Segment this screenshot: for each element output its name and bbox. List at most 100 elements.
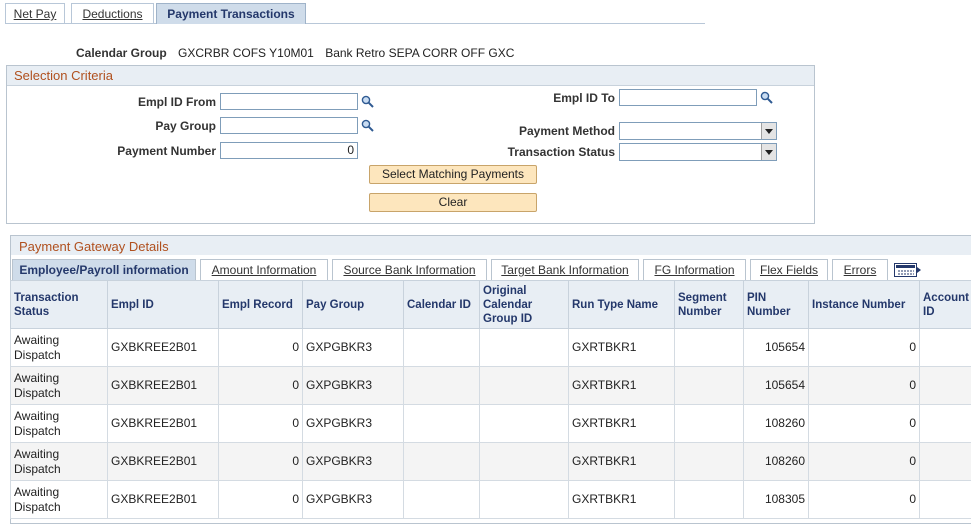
empl-id-from-input[interactable]	[220, 93, 358, 110]
page-tabs: Net Pay Deductions Payment Transactions	[5, 3, 705, 24]
calendar-group-line: Calendar Group GXCRBR COFS Y10M01 Bank R…	[76, 46, 514, 60]
cell-instance-number: 0	[808, 366, 920, 405]
clear-button[interactable]: Clear	[369, 193, 537, 212]
cell-original-calendar-group-id	[479, 404, 569, 443]
empl-id-from-lookup-icon[interactable]	[361, 95, 374, 108]
cell-pay-group: GXPGBKR3	[302, 366, 404, 405]
cell-transaction-status: Awaiting Dispatch	[10, 442, 108, 481]
col-instance-number[interactable]: Instance Number	[808, 280, 920, 329]
cell-instance-number: 0	[808, 328, 920, 367]
cell-transaction-status: Awaiting Dispatch	[10, 404, 108, 443]
cell-empl-record: 0	[218, 442, 303, 481]
tab-net-pay[interactable]: Net Pay	[5, 3, 65, 23]
cell-calendar-id	[403, 442, 480, 481]
tab-label: Deductions	[82, 7, 143, 21]
col-pay-group[interactable]: Pay Group	[302, 280, 404, 329]
col-empl-id[interactable]: Empl ID	[107, 280, 219, 329]
cell-original-calendar-group-id	[479, 328, 569, 367]
tab-errors[interactable]: Errors	[832, 259, 888, 280]
tab-label: Source Bank Information	[343, 263, 476, 277]
tab-payment-transactions[interactable]: Payment Transactions	[156, 3, 306, 24]
cell-empl-id: GXBKREE2B01	[107, 442, 219, 481]
cell-transaction-status: Awaiting Dispatch	[10, 480, 108, 519]
table-row: Awaiting Dispatch GXBKREE2B01 0 GXPGBKR3…	[10, 366, 971, 405]
cell-pin-number: 108260	[743, 442, 809, 481]
col-pin-number[interactable]: PIN Number	[743, 280, 809, 329]
grid-header-row: Transaction Status Empl ID Empl Record P…	[10, 280, 971, 329]
cell-original-calendar-group-id	[479, 442, 569, 481]
col-account-id[interactable]: Account ID	[919, 280, 971, 329]
col-empl-record[interactable]: Empl Record	[218, 280, 303, 329]
tab-label: Target Bank Information	[501, 263, 629, 277]
tab-employee-payroll-information[interactable]: Employee/Payroll information	[12, 259, 196, 281]
col-run-type-name[interactable]: Run Type Name	[568, 280, 675, 329]
table-row: Awaiting Dispatch GXBKREE2B01 0 GXPGBKR3…	[10, 442, 971, 481]
cell-empl-record: 0	[218, 480, 303, 519]
cell-segment-number	[674, 404, 744, 443]
cell-empl-record: 0	[218, 366, 303, 405]
cell-run-type-name: GXRTBKR1	[568, 442, 675, 481]
tab-amount-information[interactable]: Amount Information	[200, 259, 328, 280]
payment-method-label: Payment Method	[518, 124, 615, 138]
calendar-group-code: GXCRBR COFS Y10M01	[178, 46, 314, 60]
tab-flex-fields[interactable]: Flex Fields	[750, 259, 828, 280]
pay-group-lookup-icon[interactable]	[361, 119, 374, 132]
table-row: Awaiting Dispatch GXBKREE2B01 0 GXPGBKR3…	[10, 404, 971, 443]
calendar-group-description: Bank Retro SEPA CORR OFF GXC	[325, 46, 515, 60]
payment-number-label: Payment Number	[117, 144, 216, 158]
transaction-status-select[interactable]	[619, 143, 777, 161]
cell-empl-record: 0	[218, 328, 303, 367]
cell-empl-id: GXBKREE2B01	[107, 366, 219, 405]
tab-label: Net Pay	[13, 7, 57, 21]
tab-label: Flex Fields	[759, 263, 818, 277]
tab-label: Amount Information	[211, 263, 317, 277]
cell-empl-record: 0	[218, 404, 303, 443]
tab-source-bank-information[interactable]: Source Bank Information	[332, 259, 487, 280]
chevron-down-icon[interactable]	[761, 123, 776, 139]
cell-run-type-name: GXRTBKR1	[568, 480, 675, 519]
cell-pin-number: 108305	[743, 480, 809, 519]
show-all-columns-icon[interactable]	[894, 263, 921, 277]
cell-segment-number	[674, 442, 744, 481]
tab-label: FG Information	[654, 263, 735, 277]
select-matching-payments-button[interactable]: Select Matching Payments	[369, 165, 537, 184]
cell-account-id	[919, 480, 971, 519]
empl-id-from-label: Empl ID From	[137, 95, 216, 109]
empl-id-to-lookup-icon[interactable]	[760, 91, 773, 104]
tab-fg-information[interactable]: FG Information	[643, 259, 746, 280]
payment-method-select[interactable]	[619, 122, 777, 140]
cell-pay-group: GXPGBKR3	[302, 442, 404, 481]
cell-transaction-status: Awaiting Dispatch	[10, 328, 108, 367]
cell-instance-number: 0	[808, 404, 920, 443]
cell-pay-group: GXPGBKR3	[302, 328, 404, 367]
col-transaction-status[interactable]: Transaction Status	[10, 280, 108, 329]
cell-pay-group: GXPGBKR3	[302, 480, 404, 519]
payment-gateway-title: Payment Gateway Details	[19, 239, 169, 254]
table-row: Awaiting Dispatch GXBKREE2B01 0 GXPGBKR3…	[10, 328, 971, 367]
pay-group-input[interactable]	[220, 117, 358, 134]
tab-target-bank-information[interactable]: Target Bank Information	[491, 259, 639, 280]
pay-group-label: Pay Group	[155, 119, 216, 133]
col-segment-number[interactable]: Segment Number	[674, 280, 744, 329]
empl-id-to-input[interactable]	[619, 89, 757, 106]
cell-original-calendar-group-id	[479, 480, 569, 519]
payment-number-input[interactable]: 0	[220, 142, 358, 159]
tab-label: Employee/Payroll information	[19, 263, 189, 277]
cell-account-id	[919, 404, 971, 443]
transaction-status-label: Transaction Status	[507, 145, 615, 159]
cell-transaction-status: Awaiting Dispatch	[10, 366, 108, 405]
cell-segment-number	[674, 366, 744, 405]
cell-instance-number: 0	[808, 442, 920, 481]
cell-empl-id: GXBKREE2B01	[107, 328, 219, 367]
col-calendar-id[interactable]: Calendar ID	[403, 280, 480, 329]
col-original-calendar-group-id[interactable]: Original Calendar Group ID	[479, 280, 569, 329]
cell-pin-number: 108260	[743, 404, 809, 443]
empl-id-to-label: Empl ID To	[553, 91, 615, 105]
cell-pay-group: GXPGBKR3	[302, 404, 404, 443]
payment-gateway-header: Payment Gateway Details	[11, 236, 971, 255]
tab-deductions[interactable]: Deductions	[71, 3, 154, 23]
chevron-down-icon[interactable]	[761, 144, 776, 160]
cell-original-calendar-group-id	[479, 366, 569, 405]
table-row: Awaiting Dispatch GXBKREE2B01 0 GXPGBKR3…	[10, 480, 971, 519]
tab-label: Errors	[843, 263, 877, 277]
